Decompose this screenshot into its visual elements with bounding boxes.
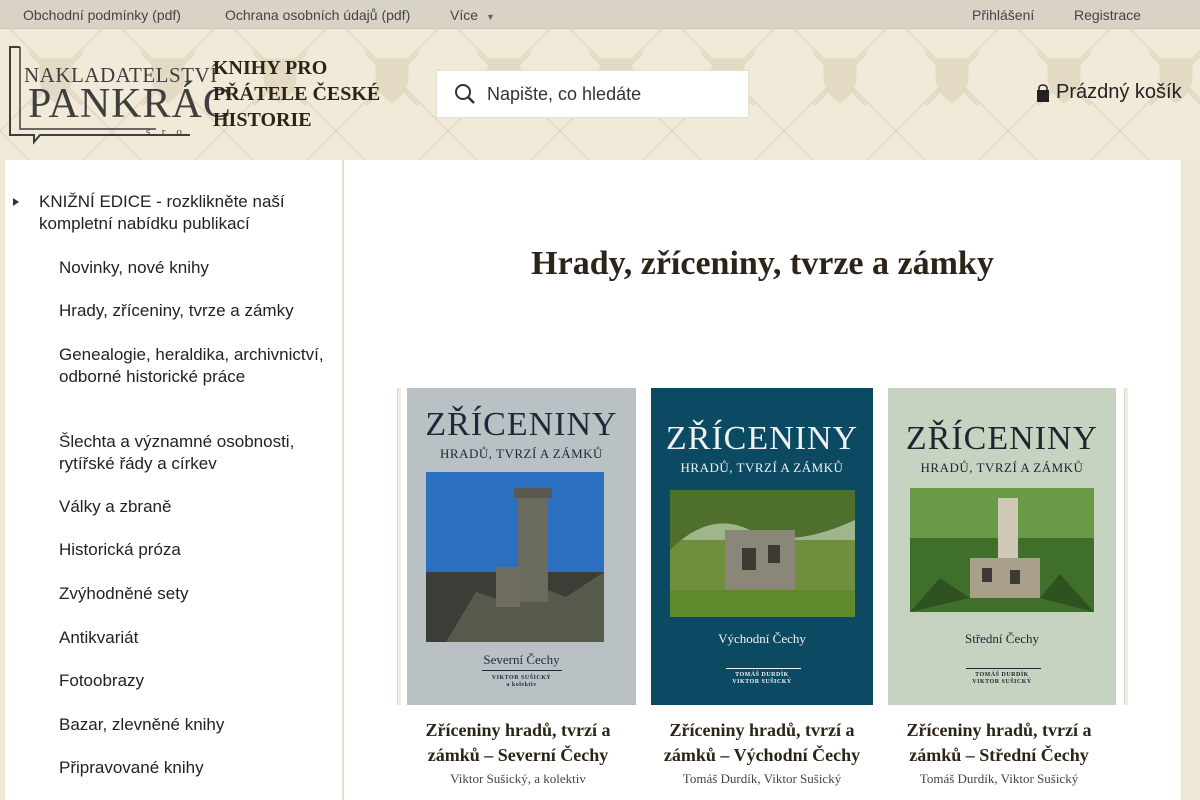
search-icon[interactable]	[454, 83, 476, 105]
book-cover[interactable]: ZŘÍCENINY HRADŮ, TVRZÍ A ZÁMKŮ Severní Č…	[407, 388, 636, 705]
main-content: Hrady, zříceniny, tvrze a zámky ZŘÍCENIN…	[344, 160, 1181, 800]
sidebar-item-genealogy[interactable]: Genealogie, heraldika, archivnictví, odb…	[59, 344, 324, 388]
cover-rule	[482, 670, 562, 671]
more-menu[interactable]: Více ▼	[450, 7, 495, 23]
cover-region: Severní Čechy	[483, 652, 560, 667]
sidebar-item-book-editions[interactable]: KNIŽNÍ EDICE - rozklikněte naší kompletn…	[39, 191, 329, 235]
search-box	[436, 70, 749, 118]
cover-title: ZŘÍCENINY	[905, 420, 1099, 457]
top-bar: Obchodní podmínky (pdf) Ochrana osobních…	[0, 0, 1200, 29]
sidebar-item-wars[interactable]: Války a zbraně	[59, 496, 324, 518]
cover-rule	[726, 668, 801, 669]
book-title-link[interactable]: Zříceniny hradů, tvrzí a zámků – Východn…	[647, 718, 877, 768]
more-label: Více	[450, 7, 479, 23]
terms-link[interactable]: Obchodní podmínky (pdf)	[23, 7, 181, 23]
carousel-left-edge	[397, 388, 401, 705]
shopping-bag-icon	[1037, 84, 1049, 102]
cover-authors: VIKTOR SUŠICKÝ a kolektiv	[491, 675, 552, 688]
cover-photo-castle-tower	[426, 472, 604, 642]
book-cover[interactable]: ZŘÍCENINY HRADŮ, TVRZÍ A ZÁMKŮ Střední Č…	[888, 388, 1116, 705]
cover-photo-castle-ruin	[910, 488, 1094, 612]
cover-region: Střední Čechy	[964, 631, 1039, 646]
sidebar-item-antiquariat[interactable]: Antikvariát	[59, 627, 324, 649]
cover-subtitle: HRADŮ, TVRZÍ A ZÁMKŮ	[440, 446, 603, 461]
register-link[interactable]: Registrace	[1074, 7, 1141, 23]
cover-title: ZŘÍCENINY	[665, 420, 859, 457]
login-link[interactable]: Přihlášení	[972, 7, 1034, 23]
sidebar-item-historical-prose[interactable]: Historická próza	[59, 539, 324, 561]
cover-title: ZŘÍCENINY	[425, 406, 618, 443]
cover-photo-ruins	[670, 490, 855, 617]
carousel-right-edge	[1124, 388, 1128, 705]
site-header: NAKLADATELSTVÍ PANKRÁC s. r. o. KNIHY PR…	[0, 29, 1200, 160]
expand-arrow-icon[interactable]	[12, 197, 20, 207]
page-title: Hrady, zříceniny, tvrze a zámky	[531, 245, 994, 282]
cover-subtitle: HRADŮ, TVRZÍ A ZÁMKŮ	[920, 460, 1084, 475]
cover-region: Východní Čechy	[718, 631, 806, 646]
book-title-link[interactable]: Zříceniny hradů, tvrzí a zámků – Střední…	[884, 718, 1114, 768]
sidebar-item-castles[interactable]: Hrady, zříceniny, tvrze a zámky	[59, 300, 324, 322]
cover-authors: TOMÁŠ DURDÍK VIKTOR SUŠICKÝ	[972, 672, 1032, 685]
privacy-link[interactable]: Ochrana osobních údajů (pdf)	[225, 7, 410, 23]
chevron-down-icon: ▼	[486, 12, 495, 22]
cover-rule	[966, 668, 1041, 669]
publisher-logo[interactable]: NAKLADATELSTVÍ PANKRÁC s. r. o.	[6, 43, 231, 145]
book-author: Viktor Sušický, a kolektiv	[450, 771, 586, 786]
search-input[interactable]	[487, 79, 737, 109]
logo-sro-text: s. r. o.	[146, 126, 189, 138]
sidebar-item-nobility[interactable]: Šlechta a významné osobnosti, rytířské ř…	[59, 431, 324, 475]
book-cover[interactable]: ZŘÍCENINY HRADŮ, TVRZÍ A ZÁMKŮ Východní …	[651, 388, 873, 705]
book-author: Tomáš Durdík, Viktor Sušický	[919, 771, 1079, 786]
book-title-link[interactable]: Zříceniny hradů, tvrzí a zámků – Severní…	[403, 718, 633, 768]
cover-subtitle: HRADŮ, TVRZÍ A ZÁMKŮ	[680, 460, 844, 475]
site-tagline: KNIHY PRO PŘÁTELE ČESKÉ HISTORIE	[213, 57, 381, 131]
sidebar-item-photo-prints[interactable]: Fotoobrazy	[59, 670, 324, 692]
sidebar-item-sets[interactable]: Zvýhodněné sety	[59, 583, 324, 605]
sidebar-item-bazaar[interactable]: Bazar, zlevněné knihy	[59, 714, 324, 736]
cart-label: Prázdný košík	[1056, 81, 1182, 103]
sidebar-item-news[interactable]: Novinky, nové knihy	[59, 257, 324, 279]
book-author: Tomáš Durdík, Viktor Sušický	[682, 771, 842, 786]
cover-authors: TOMÁŠ DURDÍK VIKTOR SUŠICKÝ	[732, 672, 792, 685]
logo-main-text: PANKRÁC	[28, 81, 232, 127]
sidebar-item-upcoming[interactable]: Připravované knihy	[59, 757, 324, 779]
category-sidebar: KNIŽNÍ EDICE - rozklikněte naší kompletn…	[5, 160, 344, 800]
